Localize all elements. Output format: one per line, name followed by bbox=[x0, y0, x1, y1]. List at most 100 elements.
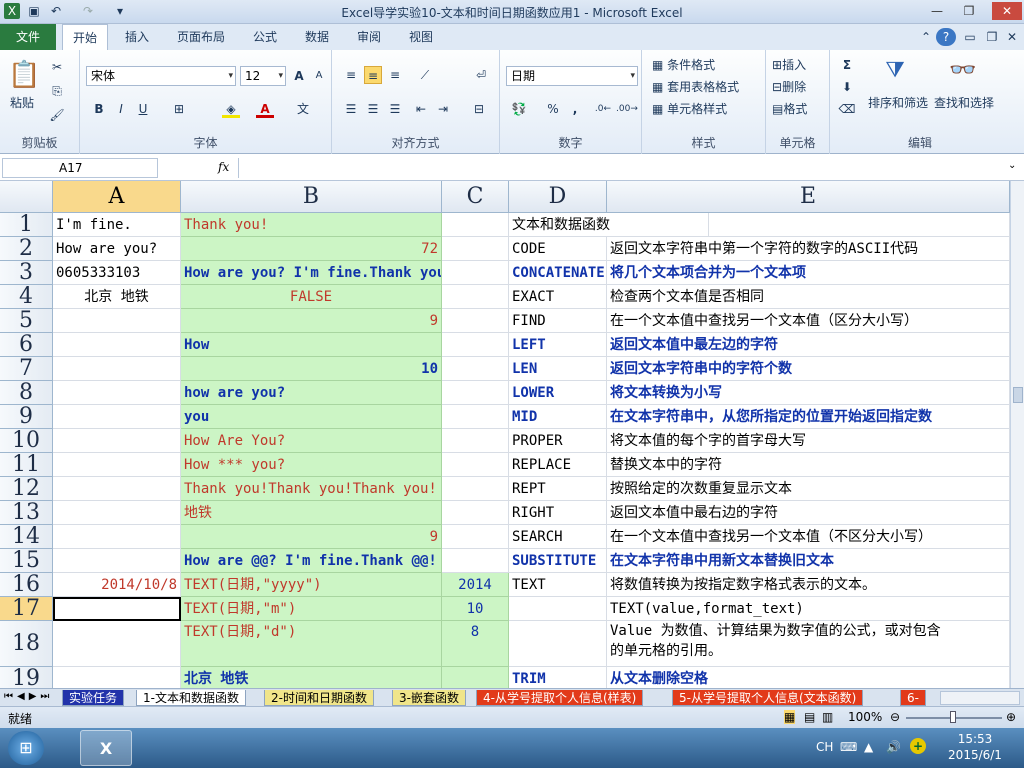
format-cells-button[interactable]: ▤格式 bbox=[772, 100, 807, 117]
language-indicator[interactable]: CH bbox=[816, 740, 833, 754]
orientation-icon[interactable]: ⟋ bbox=[416, 66, 434, 84]
sheet-tab-0[interactable]: 实验任务 bbox=[62, 690, 125, 706]
tab-home[interactable]: 开始 bbox=[62, 24, 108, 51]
help-icon[interactable]: ? bbox=[936, 28, 956, 46]
vertical-scrollbar[interactable] bbox=[1010, 181, 1024, 688]
restore-icon[interactable]: ❐ bbox=[956, 2, 982, 20]
cell-c1[interactable] bbox=[442, 213, 509, 237]
row-header[interactable]: 4 bbox=[0, 285, 53, 309]
cell-d15[interactable]: SUBSTITUTE bbox=[509, 549, 607, 573]
row-header[interactable]: 1 bbox=[0, 213, 53, 237]
cell-e8[interactable]: 将文本转换为小写 bbox=[607, 381, 1010, 405]
cell-c9[interactable] bbox=[442, 405, 509, 429]
page-break-view-icon[interactable]: ▥ bbox=[822, 710, 833, 724]
cut-icon[interactable]: ✂ bbox=[48, 58, 66, 76]
volume-icon[interactable]: 🔊 bbox=[886, 740, 901, 754]
increase-decimal-icon[interactable]: .0← bbox=[594, 100, 612, 118]
cell-a12[interactable] bbox=[53, 477, 181, 501]
cell-a3[interactable]: 0605333103 bbox=[53, 261, 181, 285]
wrap-text-icon[interactable]: ⏎ bbox=[472, 66, 490, 84]
cell-b4[interactable]: FALSE bbox=[181, 285, 442, 309]
fx-icon[interactable]: fx bbox=[218, 160, 229, 174]
find-binoculars-icon[interactable]: 👓 bbox=[948, 56, 978, 86]
cell-c7[interactable] bbox=[442, 357, 509, 381]
table-format-button[interactable]: ▦ 套用表格格式 bbox=[652, 78, 739, 95]
cell-c2[interactable] bbox=[442, 237, 509, 261]
zoom-slider-thumb[interactable] bbox=[950, 711, 956, 723]
align-bottom-icon[interactable]: ≡ bbox=[386, 66, 404, 84]
accounting-format-icon[interactable]: 💱 bbox=[510, 100, 528, 118]
select-all-corner[interactable] bbox=[0, 181, 53, 213]
worksheet-grid[interactable]: A B C D E 1 I'm fine. Thank you! 文本和数据函数 2 Ho… bbox=[0, 181, 1010, 688]
cell-c19[interactable] bbox=[442, 667, 509, 688]
row-header[interactable]: 9 bbox=[0, 405, 53, 429]
cell-d4[interactable]: EXACT bbox=[509, 285, 607, 309]
font-name-combo[interactable]: 宋体 ▾ bbox=[86, 66, 236, 86]
cell-d12[interactable]: REPT bbox=[509, 477, 607, 501]
col-header-b[interactable]: B bbox=[181, 181, 442, 213]
cell-c16[interactable]: 2014 bbox=[442, 573, 509, 597]
cell-a11[interactable] bbox=[53, 453, 181, 477]
cell-b8[interactable]: how are you? bbox=[181, 381, 442, 405]
cell-e16[interactable]: 将数值转换为按指定数字格式表示的文本。 bbox=[607, 573, 1010, 597]
cell-b17[interactable]: TEXT(日期,"m") bbox=[181, 597, 442, 621]
cell-e12[interactable]: 按照给定的次数重复显示文本 bbox=[607, 477, 1010, 501]
bold-button[interactable]: B bbox=[90, 100, 108, 118]
name-box[interactable]: A17 bbox=[2, 158, 158, 178]
align-left-icon[interactable]: ☰ bbox=[342, 100, 360, 118]
cell-d13[interactable]: RIGHT bbox=[509, 501, 607, 525]
cell-e10[interactable]: 将文本值的每个字的首字母大写 bbox=[607, 429, 1010, 453]
conditional-format-button[interactable]: ▦ 条件格式 bbox=[652, 56, 715, 73]
align-center-icon[interactable]: ☰ bbox=[364, 100, 382, 118]
cell-a9[interactable] bbox=[53, 405, 181, 429]
tray-arrow-icon[interactable]: ▲ bbox=[864, 740, 873, 754]
cell-e15[interactable]: 在文本字符串中用新文本替换旧文本 bbox=[607, 549, 1010, 573]
tab-review[interactable]: 审阅 bbox=[346, 24, 392, 50]
cell-c10[interactable] bbox=[442, 429, 509, 453]
fill-color-icon[interactable]: ◈ bbox=[222, 100, 240, 118]
tab-formulas[interactable]: 公式 bbox=[242, 24, 288, 50]
shrink-font-icon[interactable]: A bbox=[310, 67, 328, 85]
cell-a14[interactable] bbox=[53, 525, 181, 549]
zoom-in-icon[interactable]: ⊕ bbox=[1006, 710, 1016, 724]
horizontal-scrollbar[interactable] bbox=[940, 691, 1020, 705]
cell-b15[interactable]: How are @@? I'm fine.Thank @@! bbox=[181, 549, 442, 573]
cell-a16[interactable]: 2014/10/8 bbox=[53, 573, 181, 597]
cell-c12[interactable] bbox=[442, 477, 509, 501]
cell-a6[interactable] bbox=[53, 333, 181, 357]
cell-e11[interactable]: 替换文本中的字符 bbox=[607, 453, 1010, 477]
fill-icon[interactable]: ⬇ bbox=[838, 78, 856, 96]
cell-a7[interactable] bbox=[53, 357, 181, 381]
col-header-c[interactable]: C bbox=[442, 181, 509, 213]
align-top-icon[interactable]: ≡ bbox=[342, 66, 360, 84]
row-header[interactable]: 18 bbox=[0, 621, 53, 667]
cell-a4[interactable]: 北京 地铁 bbox=[53, 285, 181, 309]
network-icon[interactable]: + bbox=[910, 738, 926, 754]
cell-b5[interactable]: 9 bbox=[181, 309, 442, 333]
cell-a8[interactable] bbox=[53, 381, 181, 405]
number-format-combo[interactable]: 日期 ▾ bbox=[506, 66, 638, 86]
cell-d19[interactable]: TRIM bbox=[509, 667, 607, 688]
cell-e3[interactable]: 将几个文本项合并为一个文本项 bbox=[607, 261, 1010, 285]
col-header-e[interactable]: E bbox=[607, 181, 1010, 213]
cell-d16[interactable]: TEXT bbox=[509, 573, 607, 597]
merge-center-icon[interactable]: ⊟ bbox=[470, 100, 488, 118]
cell-c14[interactable] bbox=[442, 525, 509, 549]
sheet-tab-5[interactable]: 5-从学号提取个人信息(文本函数) bbox=[672, 690, 864, 706]
cell-d2[interactable]: CODE bbox=[509, 237, 607, 261]
row-header[interactable]: 16 bbox=[0, 573, 53, 597]
sort-filter-icon[interactable]: ⧩ bbox=[880, 56, 910, 86]
decrease-indent-icon[interactable]: ⇤ bbox=[412, 100, 430, 118]
ribbon-collapse-icon[interactable]: ⌃ bbox=[918, 24, 934, 50]
minimize-icon[interactable]: — bbox=[924, 2, 950, 20]
col-header-a[interactable]: A bbox=[53, 181, 181, 213]
cell-c6[interactable] bbox=[442, 333, 509, 357]
cell-e19[interactable]: 从文本删除空格 bbox=[607, 667, 1010, 688]
scroll-thumb[interactable] bbox=[1013, 387, 1023, 403]
cell-b13[interactable]: 地铁 bbox=[181, 501, 442, 525]
cell-e17[interactable]: TEXT(value,format_text) bbox=[607, 597, 1010, 621]
zoom-level[interactable]: 100% bbox=[848, 710, 882, 724]
cell-e5[interactable]: 在一个文本值中查找另一个文本值（区分大小写） bbox=[607, 309, 1010, 333]
tab-view[interactable]: 视图 bbox=[398, 24, 444, 50]
cell-c5[interactable] bbox=[442, 309, 509, 333]
